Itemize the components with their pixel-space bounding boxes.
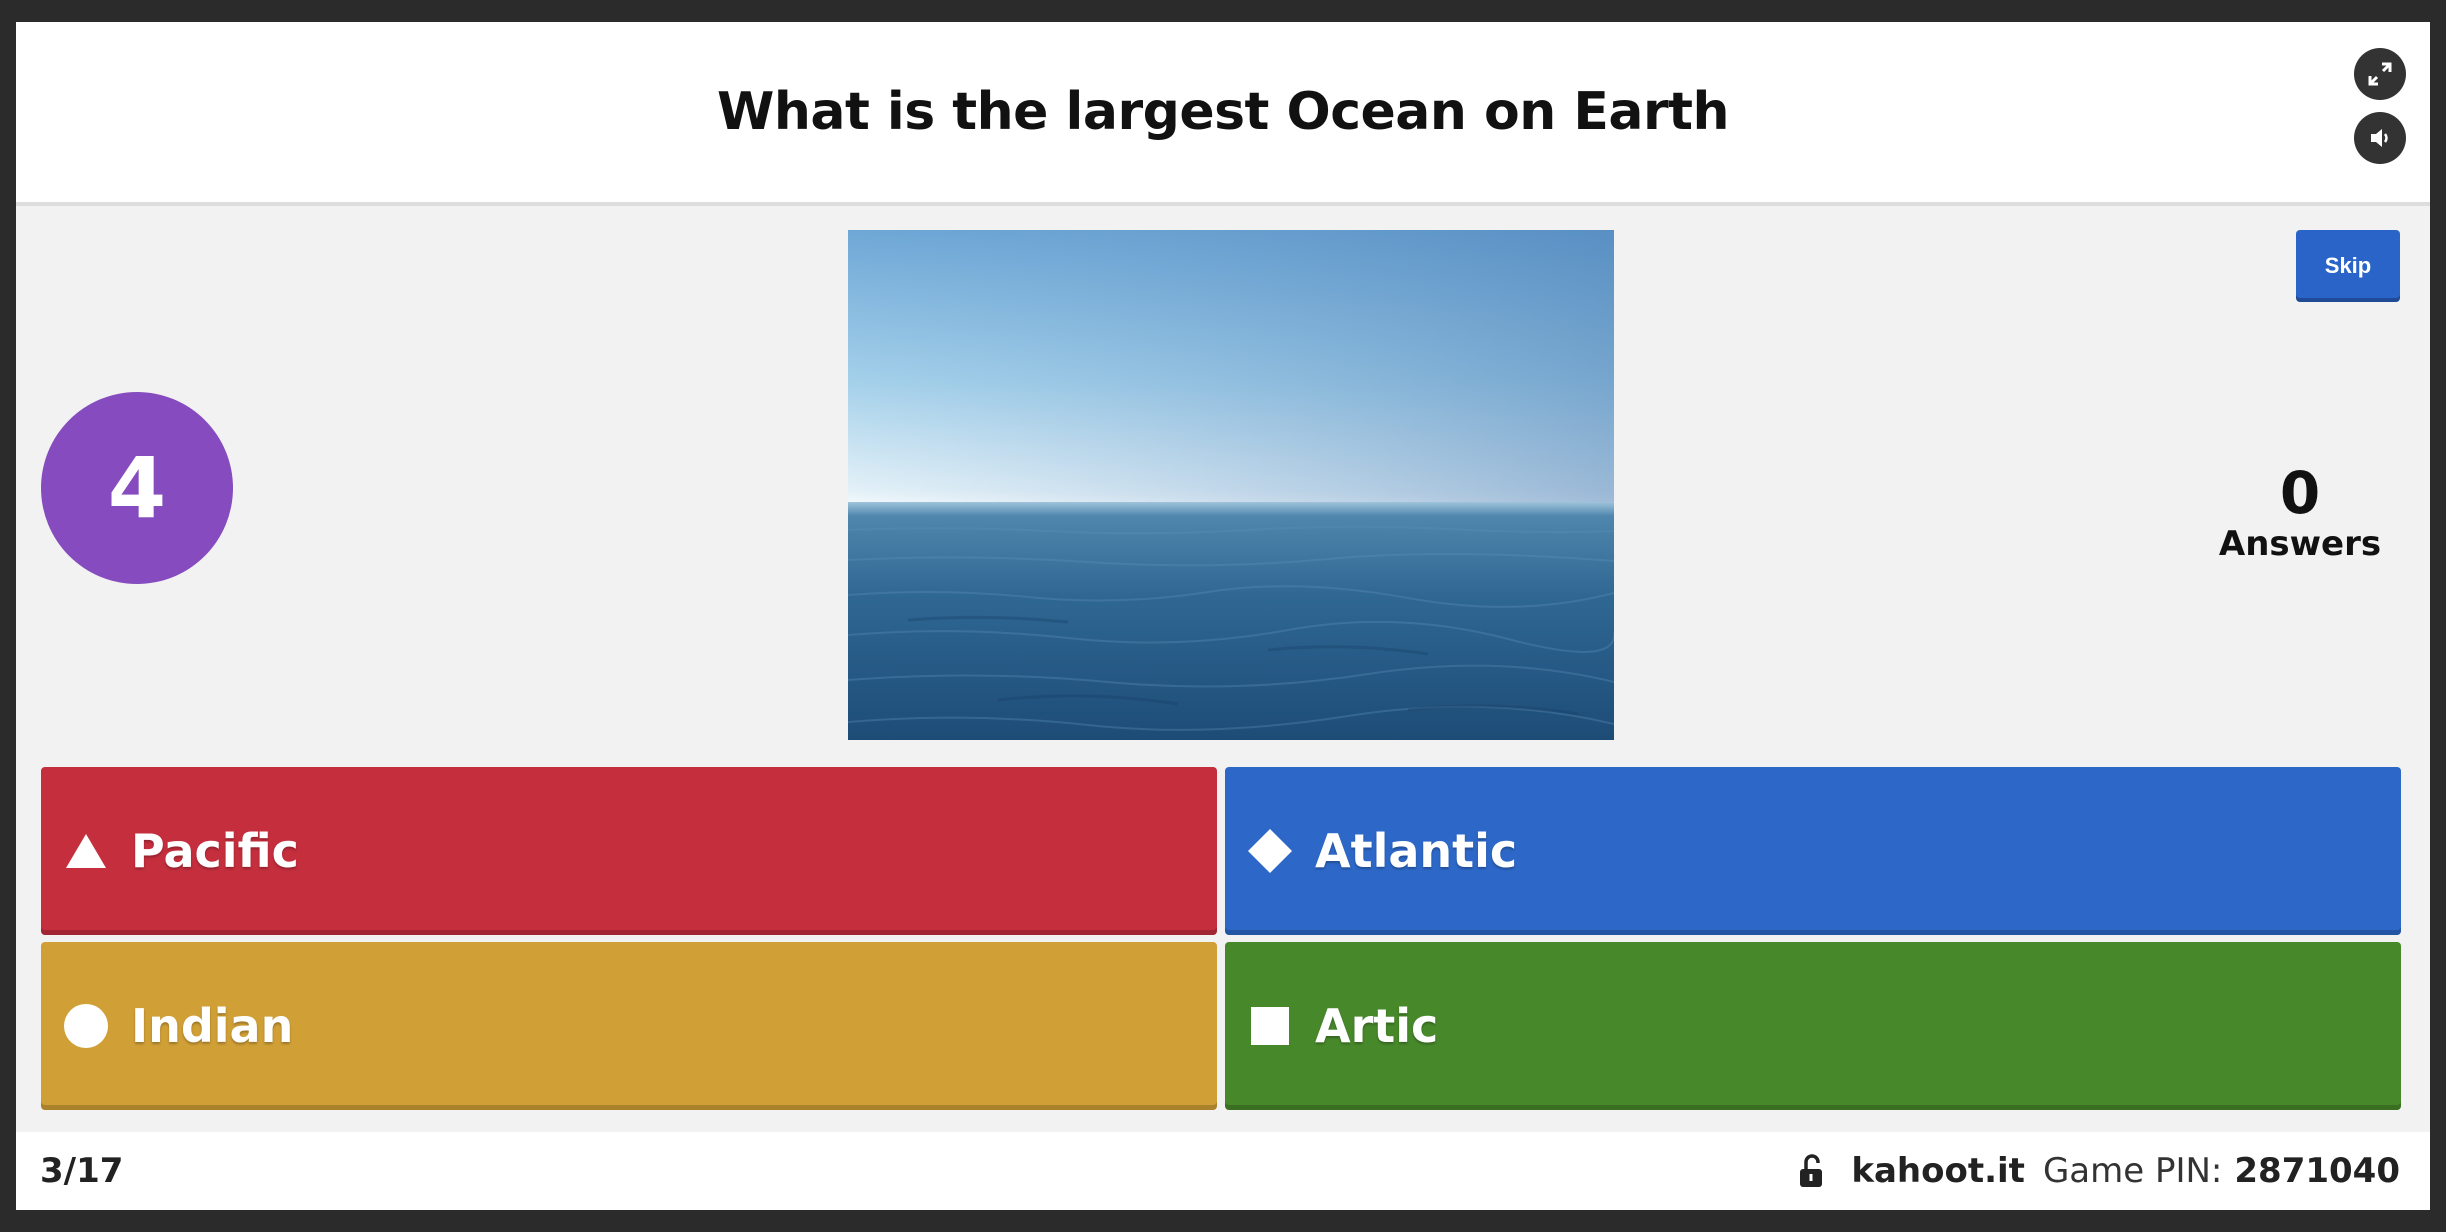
square-icon xyxy=(1247,1003,1293,1049)
question-progress: 3/17 xyxy=(40,1151,124,1191)
answer-option-diamond[interactable]: Atlantic xyxy=(1225,767,2401,935)
answer-label: Pacific xyxy=(131,824,299,878)
question-image xyxy=(848,230,1614,740)
answer-label: Indian xyxy=(131,999,294,1053)
answers-counter: 0 Answers xyxy=(2200,462,2400,564)
game-footer: 3/17 kahoot.it Game PIN: 2871040 xyxy=(16,1132,2430,1210)
timer-value: 4 xyxy=(107,439,167,537)
sound-button[interactable] xyxy=(2354,112,2406,164)
answer-label: Artic xyxy=(1315,999,1439,1053)
game-pin-label: Game PIN: xyxy=(2042,1151,2223,1191)
game-pin-value: 2871040 xyxy=(2234,1151,2400,1191)
answers-count-value: 0 xyxy=(2279,459,2321,527)
triangle-icon xyxy=(63,828,109,874)
game-pin-info: kahoot.it Game PIN: 2871040 xyxy=(1797,1132,2400,1210)
answers-count-label: Answers xyxy=(2218,524,2382,564)
question-header: What is the largest Ocean on Earth xyxy=(16,22,2430,206)
site-url: kahoot.it xyxy=(1851,1151,2025,1191)
answer-label: Atlantic xyxy=(1315,824,1518,878)
fullscreen-button[interactable] xyxy=(2354,48,2406,100)
answer-option-triangle[interactable]: Pacific xyxy=(41,767,1217,935)
question-title: What is the largest Ocean on Earth xyxy=(716,82,1730,142)
answer-option-square[interactable]: Artic xyxy=(1225,942,2401,1110)
circle-icon xyxy=(63,1003,109,1049)
diamond-icon xyxy=(1247,828,1293,874)
countdown-timer: 4 xyxy=(41,392,233,584)
unlocked-padlock-icon[interactable] xyxy=(1797,1153,1827,1189)
answer-option-circle[interactable]: Indian xyxy=(41,942,1217,1110)
fullscreen-icon xyxy=(2368,62,2392,86)
speaker-icon xyxy=(2371,129,2388,147)
skip-button[interactable]: Skip xyxy=(2296,230,2400,302)
game-frame: What is the largest Ocean on Earth 4 Ski… xyxy=(16,22,2430,1210)
